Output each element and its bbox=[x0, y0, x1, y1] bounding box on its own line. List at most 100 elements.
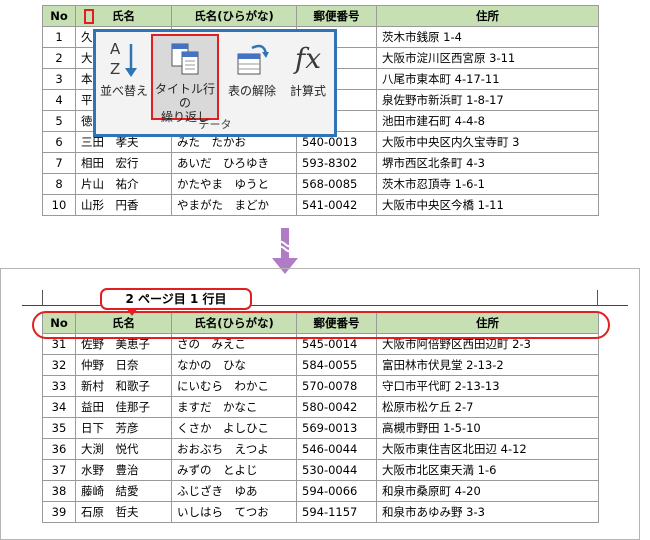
cell-zip[interactable]: 530-0044 bbox=[296, 459, 377, 481]
cell-kana[interactable]: おおぶち えつよ bbox=[171, 438, 297, 460]
cell-no[interactable]: 34 bbox=[42, 396, 76, 418]
header-kana[interactable]: 氏名(ひらがな) bbox=[171, 5, 297, 27]
cell-no[interactable]: 10 bbox=[42, 194, 76, 216]
repeated-header-highlight bbox=[32, 311, 610, 339]
cell-name[interactable]: 日下 芳彦 bbox=[75, 417, 172, 439]
table-row: 8 片山 祐介 かたやま ゆうと 568-0085 茨木市忍頂寺 1-6-1 bbox=[42, 173, 599, 195]
cell-address[interactable]: 大阪市北区東天満 1-6 bbox=[376, 459, 599, 481]
cell-address[interactable]: 泉佐野市新浜町 1-8-17 bbox=[376, 89, 599, 111]
print-titles-button[interactable]: タイトル行の 繰り返し bbox=[151, 34, 219, 124]
cell-name[interactable]: 相田 宏行 bbox=[75, 152, 172, 174]
cell-address[interactable]: 大阪市淀川区西宮原 3-11 bbox=[376, 47, 599, 69]
svg-text:A: A bbox=[110, 40, 121, 58]
page-2-row-1-callout: 2 ページ目 1 行目 bbox=[100, 288, 252, 310]
selected-cell-marker bbox=[84, 9, 94, 24]
cell-no[interactable]: 5 bbox=[42, 110, 76, 132]
table-row: 35 日下 芳彦 くさか よしひこ 569-0013 高槻市野田 1-5-10 bbox=[42, 417, 599, 439]
cell-zip[interactable]: 541-0042 bbox=[296, 194, 377, 216]
cell-no[interactable]: 7 bbox=[42, 152, 76, 174]
margin-mark-right bbox=[597, 290, 598, 306]
cell-no[interactable]: 6 bbox=[42, 131, 76, 153]
convert-to-range-label: 表の解除 bbox=[227, 84, 276, 98]
cell-name[interactable]: 片山 祐介 bbox=[75, 173, 172, 195]
cell-name[interactable]: 新村 和歌子 bbox=[75, 375, 172, 397]
cell-name[interactable]: 山形 円香 bbox=[75, 194, 172, 216]
cell-address[interactable]: 大阪市中央区今橋 1-11 bbox=[376, 194, 599, 216]
cell-kana[interactable]: ますだ かなこ bbox=[171, 396, 297, 418]
cell-zip[interactable]: 593-8302 bbox=[296, 152, 377, 174]
cell-address[interactable]: 和泉市あゆみ野 3-3 bbox=[376, 501, 599, 523]
table-row: 33 新村 和歌子 にいむら わかこ 570-0078 守口市平代町 2-13-13 bbox=[42, 375, 599, 397]
cell-zip[interactable]: 594-0066 bbox=[296, 480, 377, 502]
header-row: No 氏名 氏名(ひらがな) 郵便番号 住所 bbox=[42, 5, 599, 27]
cell-no[interactable]: 39 bbox=[42, 501, 76, 523]
cell-address[interactable]: 大阪市東住吉区北田辺 4-12 bbox=[376, 438, 599, 460]
cell-address[interactable]: 茨木市忍頂寺 1-6-1 bbox=[376, 173, 599, 195]
cell-no[interactable]: 33 bbox=[42, 375, 76, 397]
header-no[interactable]: No bbox=[42, 5, 76, 27]
cell-zip[interactable]: 570-0078 bbox=[296, 375, 377, 397]
cell-address[interactable]: 高槻市野田 1-5-10 bbox=[376, 417, 599, 439]
print-titles-icon bbox=[171, 43, 199, 75]
cell-address[interactable]: 池田市建石町 4-4-8 bbox=[376, 110, 599, 132]
cell-no[interactable]: 2 bbox=[42, 47, 76, 69]
print-titles-label-line1: タイトル行の bbox=[154, 82, 215, 110]
cell-no[interactable]: 38 bbox=[42, 480, 76, 502]
cell-zip[interactable]: 580-0042 bbox=[296, 396, 377, 418]
cell-kana[interactable]: いしはら てつお bbox=[171, 501, 297, 523]
formula-button[interactable]: fx 計算式 bbox=[282, 38, 334, 98]
cell-address[interactable]: 茨木市銭原 1-4 bbox=[376, 26, 599, 48]
cell-zip[interactable]: 546-0044 bbox=[296, 438, 377, 460]
convert-to-range-button[interactable]: 表の解除 bbox=[222, 38, 282, 98]
cell-no[interactable]: 3 bbox=[42, 68, 76, 90]
cell-kana[interactable]: みずの とよじ bbox=[171, 459, 297, 481]
cell-kana[interactable]: あいだ ひろゆき bbox=[171, 152, 297, 174]
cell-zip[interactable]: 584-0055 bbox=[296, 354, 377, 376]
cell-kana[interactable]: やまがた まどか bbox=[171, 194, 297, 216]
header-address[interactable]: 住所 bbox=[376, 5, 599, 27]
cell-no[interactable]: 37 bbox=[42, 459, 76, 481]
cell-address[interactable]: 堺市西区北条町 4-3 bbox=[376, 152, 599, 174]
cell-zip[interactable]: 568-0085 bbox=[296, 173, 377, 195]
cell-name[interactable]: 水野 豊治 bbox=[75, 459, 172, 481]
formula-label: 計算式 bbox=[289, 84, 326, 98]
cell-kana[interactable]: かたやま ゆうと bbox=[171, 173, 297, 195]
table-row: 37 水野 豊治 みずの とよじ 530-0044 大阪市北区東天満 1-6 bbox=[42, 459, 599, 481]
cell-zip[interactable]: 594-1157 bbox=[296, 501, 377, 523]
cell-kana[interactable]: ふじざき ゆあ bbox=[171, 480, 297, 502]
table-row: 36 大渕 悦代 おおぶち えつよ 546-0044 大阪市東住吉区北田辺 4-12 bbox=[42, 438, 599, 460]
cell-no[interactable]: 32 bbox=[42, 354, 76, 376]
cell-kana[interactable]: くさか よしひこ bbox=[171, 417, 297, 439]
cell-no[interactable]: 36 bbox=[42, 438, 76, 460]
cell-no[interactable]: 1 bbox=[42, 26, 76, 48]
sort-button[interactable]: A Z 並べ替え bbox=[98, 38, 150, 98]
cell-address[interactable]: 大阪市中央区内久宝寺町 3 bbox=[376, 131, 599, 153]
cell-address[interactable]: 松原市松ケ丘 2-7 bbox=[376, 396, 599, 418]
cell-address[interactable]: 守口市平代町 2-13-13 bbox=[376, 375, 599, 397]
svg-text:Z: Z bbox=[110, 60, 120, 78]
sort-label: 並べ替え bbox=[99, 84, 148, 98]
sort-az-icon: A Z bbox=[110, 40, 137, 78]
cell-name[interactable]: 仲野 日奈 bbox=[75, 354, 172, 376]
cell-no[interactable]: 35 bbox=[42, 417, 76, 439]
cell-name[interactable]: 益田 佳那子 bbox=[75, 396, 172, 418]
ribbon-data-group: A Z 並べ替え タイトル行の 繰り返し 表の解除 fx 計算式 データ bbox=[93, 29, 337, 137]
bottom-table-body: 31 佐野 美恵子 さの みえこ 545-0014 大阪市阿倍野区西田辺町 2-3 32 仲… bbox=[42, 333, 599, 523]
cell-address[interactable]: 和泉市桑原町 4-20 bbox=[376, 480, 599, 502]
cell-address[interactable]: 八尾市東本町 4-17-11 bbox=[376, 68, 599, 90]
cell-no[interactable]: 4 bbox=[42, 89, 76, 111]
table-row: 32 仲野 日奈 なかの ひな 584-0055 富田林市伏見堂 2-13-2 bbox=[42, 354, 599, 376]
cell-address[interactable]: 富田林市伏見堂 2-13-2 bbox=[376, 354, 599, 376]
cell-name[interactable]: 藤崎 結愛 bbox=[75, 480, 172, 502]
cell-no[interactable]: 8 bbox=[42, 173, 76, 195]
page-2-data-table: No 氏名 氏名(ひらがな) 郵便番号 住所 31 佐野 美恵子 さの みえこ 545… bbox=[42, 312, 599, 523]
function-fx-icon: fx bbox=[294, 42, 322, 75]
cell-zip[interactable]: 569-0013 bbox=[296, 417, 377, 439]
cell-kana[interactable]: にいむら わかこ bbox=[171, 375, 297, 397]
cell-kana[interactable]: なかの ひな bbox=[171, 354, 297, 376]
cell-name[interactable]: 石原 哲夫 bbox=[75, 501, 172, 523]
table-row: 39 石原 哲夫 いしはら てつお 594-1157 和泉市あゆみ野 3-3 bbox=[42, 501, 599, 523]
callout-tail bbox=[126, 308, 138, 316]
header-zip[interactable]: 郵便番号 bbox=[296, 5, 377, 27]
cell-name[interactable]: 大渕 悦代 bbox=[75, 438, 172, 460]
